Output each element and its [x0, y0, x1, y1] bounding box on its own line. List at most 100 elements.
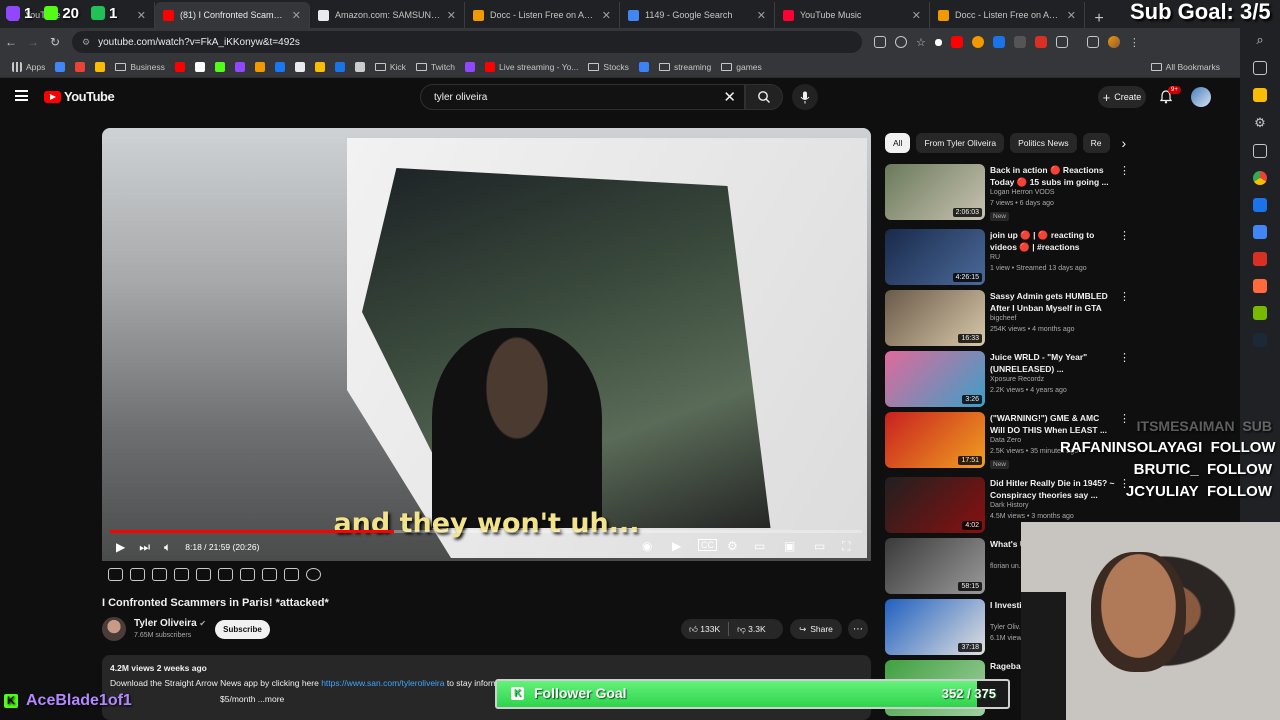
bookmark-item[interactable] — [334, 61, 349, 72]
site-info-icon[interactable]: ⚙ — [82, 37, 90, 48]
browser-tab[interactable]: (81) I Confronted Scammers in Paris ✕ — [155, 2, 310, 28]
browser-menu-icon[interactable]: ⋮ — [1129, 36, 1140, 49]
miniplayer-button[interactable]: ▭ — [754, 539, 765, 553]
bookmark-item[interactable]: Live streaming - Yo... — [485, 61, 578, 72]
video-thumbnail[interactable]: 16:33 — [885, 290, 985, 346]
bookmark-item[interactable] — [314, 61, 329, 72]
bookmark-item[interactable] — [254, 61, 269, 72]
gear-icon[interactable]: ⚙ — [1254, 115, 1266, 131]
nvidia-icon[interactable] — [1253, 306, 1267, 320]
bookmark-item[interactable] — [214, 61, 229, 72]
loop-icon[interactable] — [108, 568, 123, 581]
recommended-video[interactable]: 4:26:15 join up 🔴 | 🔴 reacting to videos … — [885, 229, 1135, 289]
miniplayer-icon[interactable]: ▶ — [672, 539, 681, 553]
browser-tab[interactable]: Docc - Listen Free on Audiom ✕ — [930, 2, 1085, 28]
filter-chip[interactable]: Politics News — [1010, 133, 1077, 153]
like-button[interactable]: 👍︎ 133K — [689, 624, 720, 635]
bookmark-item[interactable]: Twitch — [415, 62, 455, 72]
app-icon[interactable] — [1253, 279, 1267, 293]
reload-button[interactable]: ↻ — [44, 35, 66, 49]
account-avatar[interactable] — [1191, 87, 1211, 107]
voice-search-button[interactable] — [792, 84, 818, 110]
bookmark-star-icon[interactable]: ☆ — [916, 36, 926, 49]
clear-search-icon[interactable]: ✕ — [723, 88, 736, 106]
close-tab-icon[interactable]: ✕ — [447, 9, 456, 22]
extension-icon[interactable] — [934, 38, 942, 46]
extensions-puzzle-icon[interactable] — [1055, 36, 1068, 48]
bookmark-item[interactable]: Kick — [374, 62, 406, 72]
bookmark-item[interactable] — [95, 61, 109, 72]
sidepanel-icon[interactable] — [1086, 36, 1099, 48]
widescreen-icon[interactable] — [218, 568, 233, 581]
close-tab-icon[interactable]: ✕ — [1067, 9, 1076, 22]
expand-icon[interactable] — [262, 568, 277, 581]
bookmark-item[interactable] — [55, 61, 69, 72]
close-tab-icon[interactable]: ✕ — [292, 9, 301, 22]
bookmark-item[interactable] — [294, 61, 309, 72]
video-options-icon[interactable]: ⋮ — [1119, 164, 1130, 177]
profile-avatar[interactable] — [1107, 36, 1120, 48]
video-options-icon[interactable]: ⋮ — [1119, 351, 1130, 364]
subscribe-button[interactable]: Subscribe — [215, 620, 270, 639]
extension-icon[interactable] — [1034, 36, 1047, 48]
show-more-link[interactable]: $5/month ...more — [220, 694, 284, 704]
filter-chip[interactable]: Re — [1082, 133, 1110, 153]
next-button[interactable]: ⏭ — [139, 540, 150, 555]
create-button[interactable]: + Create — [1098, 86, 1146, 108]
video-thumbnail[interactable]: 4:26:15 — [885, 229, 985, 285]
video-player[interactable]: and they won't uh... — [102, 128, 871, 561]
close-tab-icon[interactable]: ✕ — [757, 9, 766, 22]
browser-tab[interactable]: 1149 - Google Search ✕ — [620, 2, 775, 28]
bookmark-item[interactable] — [274, 61, 289, 72]
search-input[interactable]: tyler oliveira ✕ — [420, 84, 745, 110]
search-icon[interactable]: ⌕ — [1256, 32, 1263, 48]
cast-button[interactable]: ▭ — [814, 539, 825, 553]
dislike-button[interactable]: 👎︎ 3.3K — [737, 624, 766, 635]
close-tab-icon[interactable]: ✕ — [602, 9, 611, 22]
back-button[interactable]: ← — [0, 35, 22, 49]
video-options-icon[interactable]: ⋮ — [1119, 229, 1130, 242]
playlist-icon[interactable] — [174, 568, 189, 581]
picture-in-picture-icon[interactable] — [196, 568, 211, 581]
browser-tab[interactable]: Docc - Listen Free on Audiom ✕ — [465, 2, 620, 28]
address-bar[interactable]: ⚙ youtube.com/watch?v=FkA_iKKonyw&t=492s — [72, 31, 862, 53]
all-bookmarks-button[interactable]: All Bookmarks — [1150, 62, 1220, 72]
screenshot-icon[interactable] — [284, 568, 299, 581]
app-icon[interactable] — [1253, 252, 1267, 266]
app-icon[interactable] — [1253, 225, 1267, 239]
video-progress-bar[interactable] — [110, 530, 862, 533]
bookmark-item[interactable]: Apps — [12, 61, 45, 72]
bookmark-item[interactable] — [465, 61, 479, 72]
forward-button[interactable]: → — [22, 35, 44, 49]
video-thumbnail[interactable]: 2:06:03 — [885, 164, 985, 220]
filter-chip[interactable]: From Tyler Oliveira — [916, 133, 1005, 153]
menu-icon[interactable] — [15, 90, 28, 101]
recommended-video[interactable]: 3:26 Juice WRLD - "My Year" (UNRELEASED) … — [885, 351, 1135, 411]
browser-tab[interactable]: YouTube Music ✕ — [775, 2, 930, 28]
autoplay-toggle[interactable]: ◉ — [642, 539, 652, 553]
bookmark-item[interactable] — [174, 61, 189, 72]
close-tab-icon[interactable]: ✕ — [137, 9, 146, 22]
channel-avatar[interactable] — [102, 617, 126, 641]
new-tab-button[interactable]: + — [1085, 10, 1113, 28]
video-thumbnail[interactable]: 3:26 — [885, 351, 985, 407]
video-thumbnail[interactable]: 17:51 — [885, 412, 985, 468]
video-thumbnail[interactable]: 4:02 — [885, 477, 985, 533]
filter-chip[interactable]: All — [885, 133, 911, 153]
extension-icon[interactable] — [950, 36, 963, 48]
chips-next-arrow-icon[interactable]: › — [1122, 135, 1127, 151]
theater-mode-button[interactable]: ▣ — [784, 539, 795, 553]
bookmark-item[interactable]: Business — [115, 62, 165, 72]
bookmark-item[interactable]: streaming — [658, 62, 711, 72]
search-button[interactable] — [745, 84, 783, 110]
reading-list-icon[interactable] — [1253, 61, 1267, 75]
extension-icon[interactable] — [1013, 36, 1026, 48]
bookmark-item[interactable]: Stocks — [588, 62, 629, 72]
video-effects-icon[interactable] — [152, 568, 167, 581]
more-actions-button[interactable]: ⋯ — [848, 619, 868, 639]
install-icon[interactable] — [874, 36, 886, 48]
subtitles-button[interactable]: CC — [698, 539, 717, 551]
gear-icon[interactable] — [306, 568, 321, 581]
bookmark-item[interactable] — [638, 61, 653, 72]
bookmark-item[interactable] — [194, 61, 209, 72]
